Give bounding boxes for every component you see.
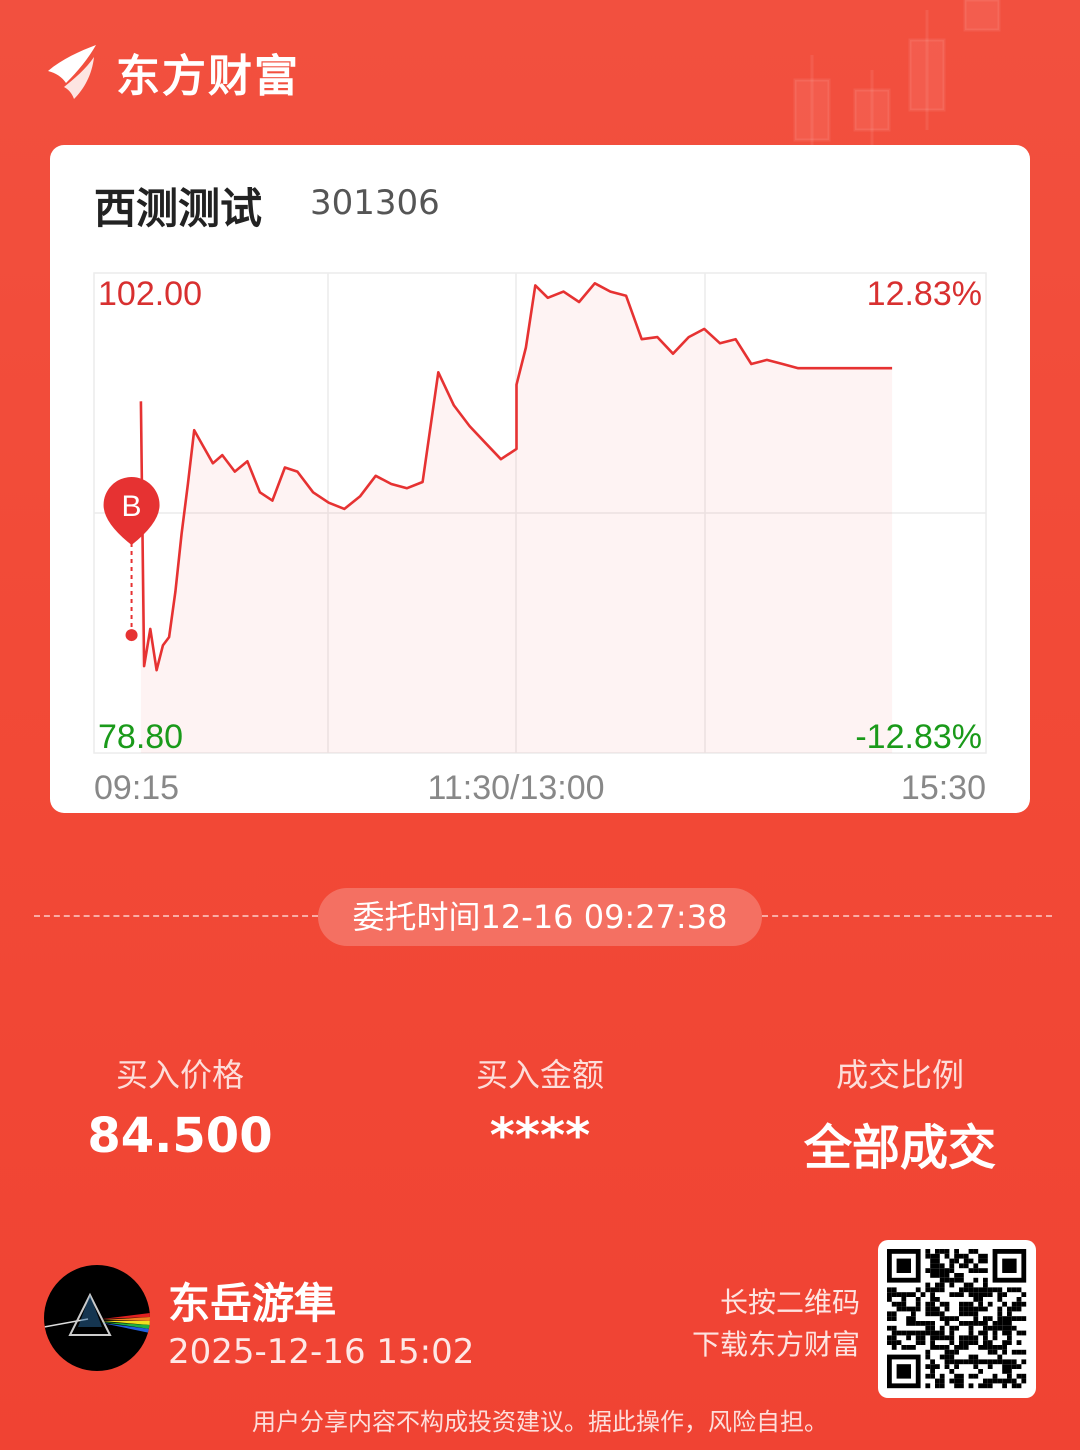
stat-label: 成交比例 <box>835 1056 964 1094</box>
buy-marker-label: B <box>122 490 142 523</box>
stat-label: 买入价格 <box>115 1056 244 1094</box>
qr-code[interactable] <box>878 1240 1036 1398</box>
order-time: 委托时间12-16 09:27:38 <box>318 888 762 946</box>
stat-value: 全部成交 <box>803 1120 996 1176</box>
share-time: 2025-12-16 15:02 <box>168 1332 475 1372</box>
pct-low-label: -12.83% <box>855 718 982 756</box>
buy-marker[interactable]: B <box>103 476 160 642</box>
qr-hint: 长按二维码 下载东方财富 <box>650 1282 860 1366</box>
x-tick-close: 15:30 <box>901 769 986 807</box>
stat-value: **** <box>489 1108 591 1164</box>
user-name: 东岳游隼 <box>168 1279 337 1328</box>
stat-value: 84.500 <box>87 1108 273 1164</box>
disclaimer: 用户分享内容不构成投资建议。据此操作，风险自担。 <box>252 1408 828 1436</box>
x-tick-open: 09:15 <box>94 769 179 807</box>
eastmoney-logo-icon <box>48 45 96 99</box>
buy-marker-dot <box>125 629 138 642</box>
qr-code-icon <box>887 1249 1027 1389</box>
stat-buy-amount: 买入金额 **** <box>390 1050 690 1164</box>
stock-chart-card[interactable]: 西测测试 301306 B 102.00 78.80 12.83% -12.83… <box>50 145 1030 813</box>
price-low-label: 78.80 <box>98 718 183 756</box>
user-avatar[interactable] <box>44 1265 150 1371</box>
prism-avatar-icon <box>44 1292 150 1336</box>
divider-right <box>762 915 1052 917</box>
stat-label: 买入金额 <box>475 1056 604 1094</box>
pct-high-label: 12.83% <box>867 275 982 313</box>
intraday-chart: B 102.00 78.80 12.83% -12.83% 09:15 11:3… <box>93 272 987 807</box>
stat-buy-price: 买入价格 84.500 <box>30 1050 330 1164</box>
divider-left <box>34 915 318 917</box>
brand-header: 东方财富 <box>44 40 300 104</box>
stat-fill-ratio: 成交比例 全部成交 <box>750 1050 1050 1178</box>
x-tick-midday: 11:30/13:00 <box>427 769 604 807</box>
brand-name: 东方财富 <box>116 51 300 102</box>
qr-hint-line2: 下载东方财富 <box>691 1328 860 1361</box>
qr-hint-line1: 长按二维码 <box>719 1286 860 1319</box>
price-high-label: 102.00 <box>98 275 202 313</box>
